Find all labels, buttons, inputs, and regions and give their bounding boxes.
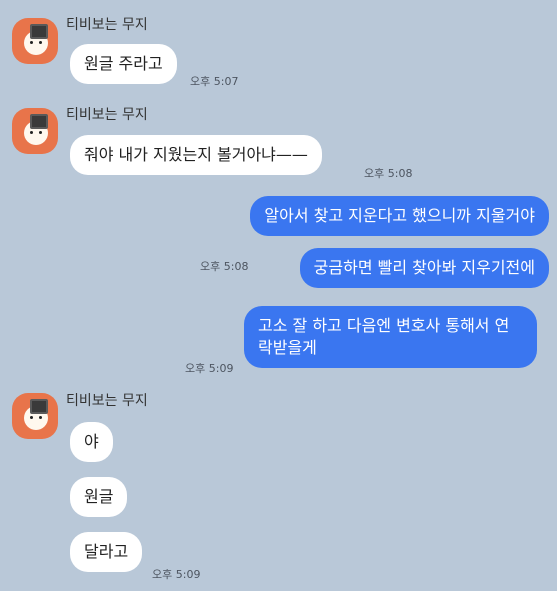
- message-bubble-outgoing[interactable]: 고소 잘 하고 다음엔 변호사 통해서 연락받을게: [244, 306, 537, 368]
- message-time: 오후 5:09: [152, 568, 201, 581]
- message-bubble-outgoing[interactable]: 알아서 찾고 지운다고 했으니까 지울거야: [250, 196, 549, 236]
- muzi-avatar-icon[interactable]: [12, 18, 58, 64]
- message-time: 오후 5:08: [200, 260, 249, 273]
- message-bubble-incoming[interactable]: 줘야 내가 지웠는지 볼거아냐——: [70, 135, 322, 175]
- message-bubble-incoming[interactable]: 원글: [70, 477, 128, 517]
- sender-name: 티비보는 무지: [66, 393, 148, 409]
- message-bubble-outgoing[interactable]: 궁금하면 빨리 찾아봐 지우기전에: [299, 248, 549, 288]
- message-time: 오후 5:07: [190, 75, 239, 88]
- message-bubble-incoming[interactable]: 원글 주라고: [70, 44, 177, 84]
- message-time: 오후 5:08: [364, 167, 413, 180]
- sender-name: 티비보는 무지: [66, 107, 148, 123]
- message-bubble-incoming[interactable]: 달라고: [70, 532, 143, 572]
- message-bubble-incoming[interactable]: 야: [70, 422, 113, 462]
- chat-conversation: 티비보는 무지 원글 주라고 오후 5:07 티비보는 무지 줘야 내가 지웠는…: [0, 0, 557, 591]
- message-time: 오후 5:09: [185, 362, 234, 375]
- sender-name: 티비보는 무지: [66, 17, 148, 33]
- muzi-avatar-icon[interactable]: [12, 393, 58, 439]
- muzi-avatar-icon[interactable]: [12, 108, 58, 154]
